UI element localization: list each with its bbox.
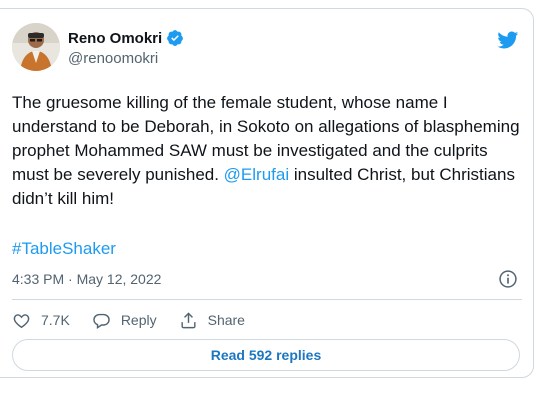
like-button[interactable]: 7.7K bbox=[12, 311, 70, 330]
author-name[interactable]: Reno Omokri bbox=[68, 30, 162, 47]
avatar-image bbox=[12, 23, 60, 71]
timestamp[interactable]: 4:33 PM · May 12, 2022 bbox=[12, 271, 161, 287]
author-name-row[interactable]: Reno Omokri bbox=[68, 29, 184, 47]
tweet-meta: 4:33 PM · May 12, 2022 bbox=[12, 269, 522, 291]
share-label: Share bbox=[207, 312, 245, 328]
author-handle[interactable]: @renoomokri bbox=[68, 50, 158, 67]
read-replies-button[interactable]: Read 592 replies bbox=[12, 339, 520, 371]
avatar[interactable] bbox=[12, 23, 60, 71]
info-icon[interactable] bbox=[498, 269, 518, 289]
share-icon bbox=[181, 311, 196, 328]
mention-link[interactable]: @Elrufai bbox=[224, 165, 289, 184]
reply-bubble-icon bbox=[93, 313, 110, 329]
divider bbox=[12, 299, 522, 300]
like-count: 7.7K bbox=[41, 312, 70, 328]
tweet-text: The gruesome killing of the female stude… bbox=[12, 91, 524, 211]
tweet-actions: 7.7K Reply Share bbox=[12, 309, 267, 331]
verified-badge-icon bbox=[167, 30, 184, 46]
twitter-logo-icon[interactable] bbox=[495, 29, 520, 51]
heart-icon bbox=[13, 313, 30, 328]
hashtag-link[interactable]: #TableShaker bbox=[12, 237, 116, 261]
reply-label: Reply bbox=[120, 312, 157, 328]
reply-button[interactable]: Reply bbox=[92, 311, 157, 330]
tweet-card: Reno Omokri @renoomokri The gruesome kil… bbox=[0, 8, 534, 378]
share-button[interactable]: Share bbox=[179, 311, 245, 330]
tweet-header: Reno Omokri @renoomokri bbox=[12, 23, 522, 73]
